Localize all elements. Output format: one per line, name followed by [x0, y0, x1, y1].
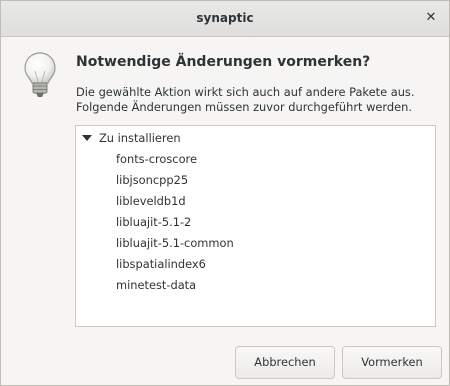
close-button[interactable]: ✕: [421, 8, 441, 28]
package-item[interactable]: libspatialindex6: [116, 255, 206, 273]
package-item[interactable]: minetest-data: [116, 276, 196, 294]
package-item[interactable]: libjsoncpp25: [116, 171, 188, 189]
description-line-1: Die gewählte Aktion wirkt sich auch auf …: [76, 85, 415, 99]
lightbulb-icon: [24, 52, 56, 97]
window-title: synaptic: [196, 11, 254, 25]
dialog-window: synaptic ✕ Notwendige Änderungen vormerk…: [0, 0, 450, 386]
package-item[interactable]: libluajit-5.1-2: [116, 213, 191, 231]
expander-down-icon[interactable]: [82, 134, 92, 141]
package-item[interactable]: libluajit-5.1-common: [116, 234, 234, 252]
changes-tree[interactable]: Zu installieren fonts-croscore libjsoncp…: [75, 125, 436, 327]
titlebar[interactable]: synaptic ✕: [1, 1, 449, 37]
tree-group-install[interactable]: Zu installieren: [80, 129, 181, 147]
dialog-heading: Notwendige Änderungen vormerken?: [76, 54, 371, 70]
dialog-description: Die gewählte Aktion wirkt sich auch auf …: [76, 85, 414, 115]
package-item[interactable]: fonts-croscore: [116, 150, 197, 168]
description-line-2: Folgende Änderungen müssen zuvor durchge…: [76, 100, 412, 114]
package-item[interactable]: libleveldb1d: [116, 192, 186, 210]
mark-button[interactable]: Vormerken: [342, 346, 442, 379]
group-label: Zu installieren: [99, 131, 181, 145]
close-icon: ✕: [425, 10, 437, 25]
cancel-button[interactable]: Abbrechen: [235, 346, 335, 379]
